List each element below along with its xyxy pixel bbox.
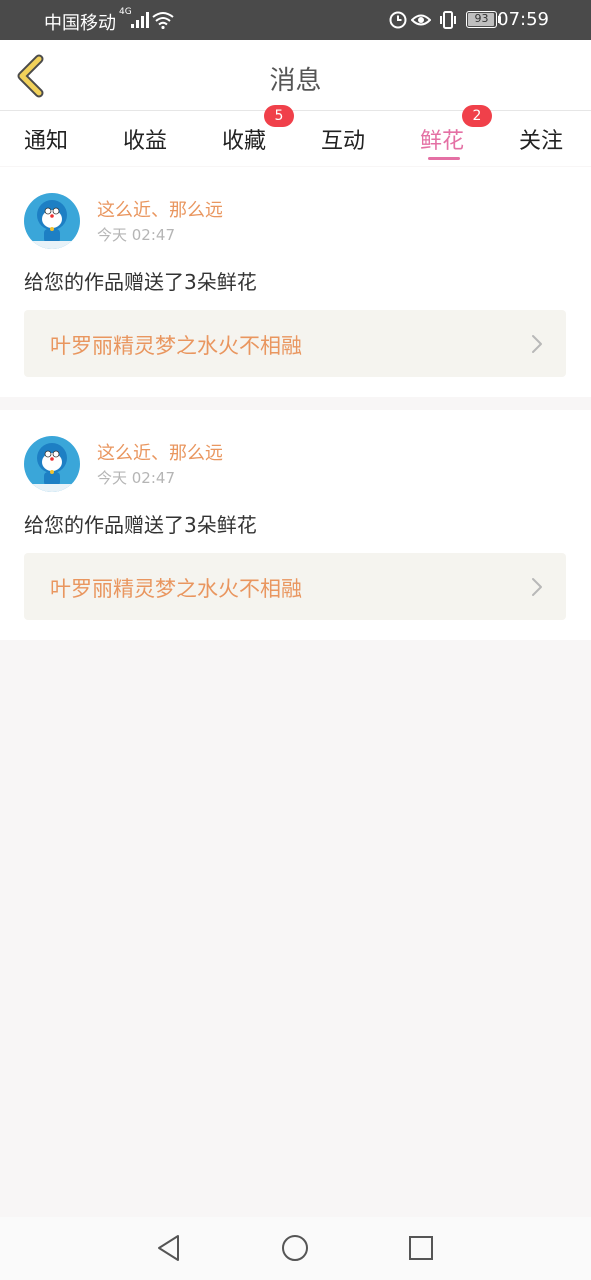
message-time: 今天 02:47 (97, 226, 175, 244)
chevron-right-icon (532, 578, 542, 596)
flowers-badge: 2 (462, 105, 492, 127)
system-nav-bar (0, 1217, 591, 1280)
active-tab-indicator (428, 157, 460, 160)
avatar[interactable] (24, 193, 80, 249)
clock-time: 07:59 (497, 9, 549, 30)
wifi-icon (152, 12, 174, 29)
message-time: 今天 02:47 (97, 469, 175, 487)
battery-level: 93 (474, 12, 489, 25)
work-link[interactable]: 叶罗丽精灵梦之水火不相融 (24, 553, 566, 620)
home-circle-icon[interactable] (280, 1233, 310, 1263)
sender-username[interactable]: 这么近、那么远 (97, 196, 223, 222)
tab-earnings[interactable]: 收益 (123, 123, 167, 155)
battery-icon: 93 (466, 11, 501, 28)
page-title: 消息 (269, 66, 322, 96)
tab-following[interactable]: 关注 (519, 123, 563, 155)
chevron-right-icon (532, 335, 542, 353)
message-card: 这么近、那么远 今天 02:47 给您的作品赠送了3朵鲜花 叶罗丽精灵梦之水火不… (0, 167, 591, 397)
status-bar: 中国移动 4G 93 07:59 (0, 0, 591, 40)
tab-bar: 通知 收益 收藏 5 互动 鲜花 2 关注 (0, 105, 591, 166)
favorites-badge: 5 (264, 105, 294, 127)
avatar[interactable] (24, 436, 80, 492)
message-card: 这么近、那么远 今天 02:47 给您的作品赠送了3朵鲜花 叶罗丽精灵梦之水火不… (0, 410, 591, 640)
tab-interactions[interactable]: 互动 (321, 123, 365, 155)
eye-icon (411, 14, 431, 26)
message-text: 给您的作品赠送了3朵鲜花 (24, 270, 257, 294)
back-triangle-icon[interactable] (154, 1233, 184, 1263)
tab-flowers[interactable]: 鲜花 (420, 123, 464, 155)
work-title: 叶罗丽精灵梦之水火不相融 (50, 577, 302, 601)
alarm-icon (389, 11, 407, 29)
recents-square-icon[interactable] (406, 1233, 436, 1263)
message-text: 给您的作品赠送了3朵鲜花 (24, 513, 257, 537)
header-bar: 消息 (0, 40, 591, 111)
vibrate-icon (440, 11, 456, 29)
sender-username[interactable]: 这么近、那么远 (97, 439, 223, 465)
carrier-name: 中国移动 (44, 13, 116, 34)
signal-icon (131, 12, 149, 28)
work-link[interactable]: 叶罗丽精灵梦之水火不相融 (24, 310, 566, 377)
network-type: 4G (119, 7, 132, 17)
tab-notifications[interactable]: 通知 (24, 123, 68, 155)
work-title: 叶罗丽精灵梦之水火不相融 (50, 334, 302, 358)
tab-favorites[interactable]: 收藏 (222, 123, 266, 155)
